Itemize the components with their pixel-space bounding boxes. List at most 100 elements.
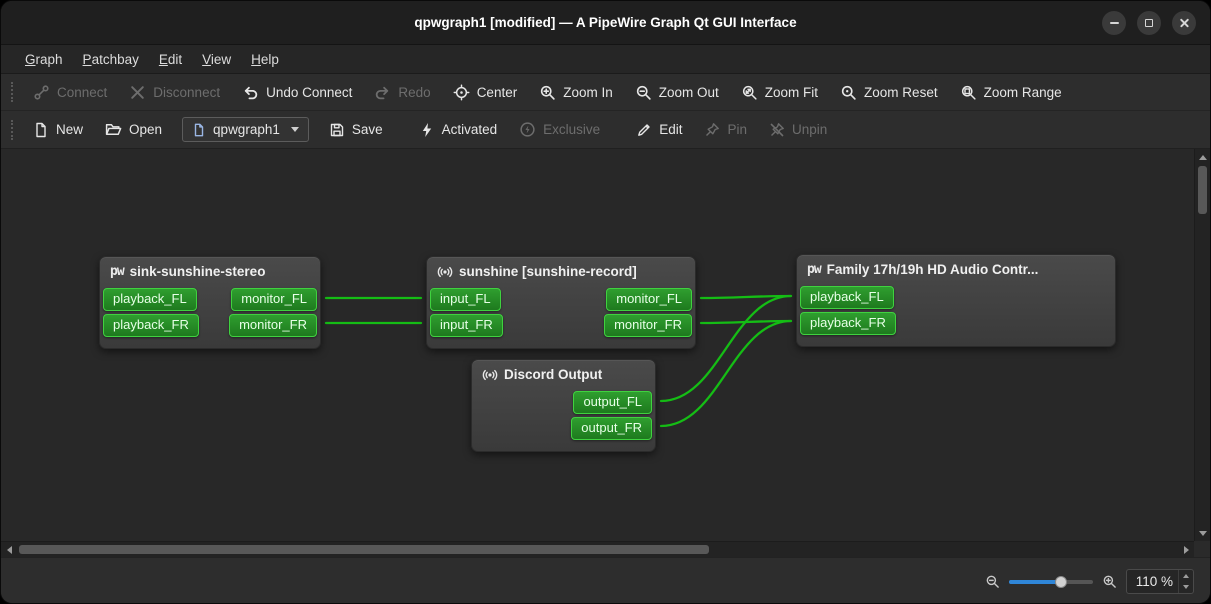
node-title-text: sunshine [sunshine-record]	[459, 263, 637, 281]
menu-item-patchbay[interactable]: Patchbay	[73, 48, 149, 71]
new-label: New	[56, 122, 83, 137]
zoom-range-button[interactable]: Zoom Range	[950, 79, 1072, 106]
scroll-right-button[interactable]	[1178, 542, 1194, 558]
vertical-scrollbar[interactable]	[1194, 149, 1210, 541]
node-header: pw Family 17h/19h HD Audio Contr...	[807, 261, 1105, 279]
zoom-range-label: Zoom Range	[984, 85, 1062, 100]
zoom-spin-down-button[interactable]	[1179, 582, 1193, 594]
redo-label: Redo	[398, 85, 430, 100]
exclusive-button[interactable]: Exclusive	[509, 116, 610, 143]
zoom-out-label: Zoom Out	[659, 85, 719, 100]
node-header: Discord Output	[482, 366, 645, 384]
edit-button[interactable]: Edit	[626, 117, 692, 143]
new-button[interactable]: New	[23, 117, 93, 143]
redo-button[interactable]: Redo	[364, 79, 440, 106]
node-discord-output[interactable]: Discord Output output_FL output_FR	[471, 359, 656, 452]
connect-button[interactable]: Connect	[23, 79, 117, 106]
menu-item-graph[interactable]: Graph	[15, 48, 73, 71]
family-port-playback-fr[interactable]: playback_FR	[800, 312, 896, 335]
menu-item-edit[interactable]: Edit	[149, 48, 192, 71]
disconnect-button[interactable]: Disconnect	[119, 79, 230, 106]
node-header: pw sink-sunshine-stereo	[110, 263, 310, 281]
node-title-text: sink-sunshine-stereo	[130, 263, 266, 281]
node-sunshine-record[interactable]: sunshine [sunshine-record] input_FL moni…	[426, 256, 696, 349]
maximize-icon	[1145, 19, 1153, 27]
toolbar-main: Connect Disconnect Undo Connect Redo Cen…	[1, 74, 1210, 111]
activated-button[interactable]: Activated	[409, 117, 508, 143]
exclusive-icon	[519, 121, 536, 138]
sunshine-port-input-fr[interactable]: input_FR	[430, 314, 503, 337]
scroll-down-button[interactable]	[1195, 525, 1211, 541]
zoom-spinbox[interactable]: 110 %	[1126, 569, 1194, 594]
zoom-fit-button[interactable]: Zoom Fit	[731, 79, 828, 106]
combo-dropdown-icon	[291, 127, 299, 132]
zoom-reset-icon	[840, 84, 857, 101]
patchbay-profile-combo[interactable]: qpwgraph1	[182, 117, 309, 142]
zoom-reset-label: Zoom Reset	[864, 85, 938, 100]
monitor-icon	[437, 264, 453, 280]
titlebar[interactable]: qpwgraph1 [modified] — A PipeWire Graph …	[1, 1, 1210, 45]
center-button[interactable]: Center	[443, 79, 528, 106]
port-row: playback_FR monitor_FR	[108, 314, 312, 337]
arrow-up-icon	[1199, 155, 1207, 160]
pin-label: Pin	[727, 122, 747, 137]
zoom-in-label: Zoom In	[563, 85, 613, 100]
node-header: sunshine [sunshine-record]	[437, 263, 685, 281]
toolbar-handle[interactable]	[11, 82, 13, 102]
sink-port-playback-fl[interactable]: playback_FL	[103, 288, 197, 311]
minimize-button[interactable]	[1102, 11, 1126, 35]
vertical-scroll-thumb[interactable]	[1198, 166, 1207, 214]
activated-bolt-icon	[419, 122, 435, 138]
sink-port-monitor-fr[interactable]: monitor_FR	[229, 314, 317, 337]
toolbar-handle[interactable]	[11, 120, 13, 140]
pin-button[interactable]: Pin	[694, 117, 757, 143]
open-button[interactable]: Open	[95, 116, 172, 143]
scroll-left-button[interactable]	[1, 542, 17, 558]
pin-icon	[704, 122, 720, 138]
save-button[interactable]: Save	[319, 117, 393, 143]
undo-connect-button[interactable]: Undo Connect	[232, 79, 362, 106]
zoom-out-button[interactable]: Zoom Out	[625, 79, 729, 106]
activated-label: Activated	[442, 122, 498, 137]
sunshine-port-input-fl[interactable]: input_FL	[430, 288, 501, 311]
unpin-icon	[769, 122, 785, 138]
discord-port-output-fl[interactable]: output_FL	[573, 391, 652, 414]
zoom-spin-arrows	[1178, 570, 1193, 593]
canvas-area: pw sink-sunshine-stereo playback_FL moni…	[1, 149, 1210, 557]
center-icon	[453, 84, 470, 101]
node-family-hd-audio[interactable]: pw Family 17h/19h HD Audio Contr... play…	[796, 254, 1116, 347]
disconnect-icon	[129, 84, 146, 101]
minimize-icon	[1110, 22, 1119, 24]
sink-port-playback-fr[interactable]: playback_FR	[103, 314, 199, 337]
discord-port-output-fr[interactable]: output_FR	[571, 417, 652, 440]
sunshine-port-monitor-fl[interactable]: monitor_FL	[606, 288, 692, 311]
arrow-down-icon	[1183, 585, 1189, 589]
zoom-in-button[interactable]: Zoom In	[529, 79, 623, 106]
zoom-fit-label: Zoom Fit	[765, 85, 818, 100]
app-window: qpwgraph1 [modified] — A PipeWire Graph …	[0, 0, 1211, 604]
close-button[interactable]	[1172, 11, 1196, 35]
zoom-spin-up-button[interactable]	[1179, 570, 1193, 582]
zoom-slider-handle[interactable]	[1055, 576, 1067, 588]
monitor-icon	[482, 367, 498, 383]
node-title-text: Family 17h/19h HD Audio Contr...	[827, 261, 1039, 279]
menu-item-help[interactable]: Help	[241, 48, 289, 71]
unpin-button[interactable]: Unpin	[759, 117, 837, 143]
horizontal-scroll-thumb[interactable]	[19, 545, 709, 554]
sink-port-monitor-fl[interactable]: monitor_FL	[231, 288, 317, 311]
arrow-right-icon	[1184, 546, 1189, 554]
node-sink-sunshine-stereo[interactable]: pw sink-sunshine-stereo playback_FL moni…	[99, 256, 321, 349]
disconnect-label: Disconnect	[153, 85, 220, 100]
sunshine-port-monitor-fr[interactable]: monitor_FR	[604, 314, 692, 337]
zoom-slider[interactable]	[1009, 574, 1093, 590]
scroll-up-button[interactable]	[1195, 149, 1211, 165]
zoom-reset-button[interactable]: Zoom Reset	[830, 79, 948, 106]
menu-item-view[interactable]: View	[192, 48, 241, 71]
open-folder-icon	[105, 121, 122, 138]
undo-connect-label: Undo Connect	[266, 85, 352, 100]
statusbar: 110 %	[1, 557, 1210, 604]
graph-canvas[interactable]: pw sink-sunshine-stereo playback_FL moni…	[1, 149, 1194, 541]
maximize-button[interactable]	[1137, 11, 1161, 35]
family-port-playback-fl[interactable]: playback_FL	[800, 286, 894, 309]
horizontal-scrollbar[interactable]	[1, 541, 1194, 557]
